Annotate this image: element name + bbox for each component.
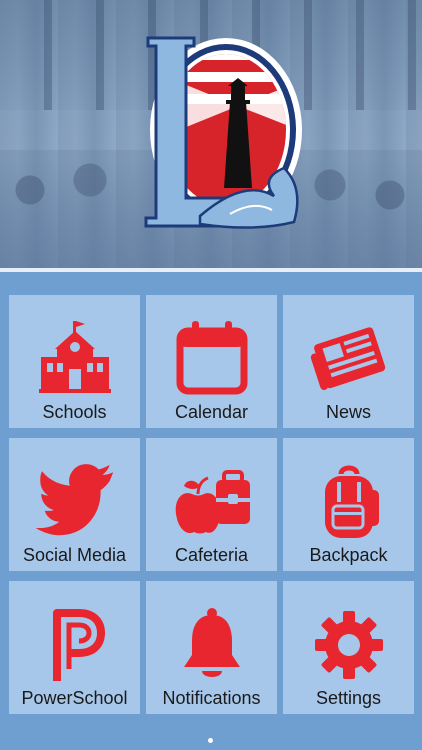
newspaper-icon xyxy=(310,327,385,391)
tile-news[interactable]: News xyxy=(283,295,414,428)
tile-calendar[interactable]: Calendar xyxy=(146,295,277,428)
bell-icon xyxy=(183,608,240,677)
tile-schools[interactable]: Schools xyxy=(9,295,140,428)
tile-label: News xyxy=(325,402,371,422)
backpack-icon xyxy=(324,465,379,538)
tile-label: Backpack xyxy=(309,545,388,565)
tile-social-media[interactable]: Social Media xyxy=(9,438,140,571)
twitter-icon xyxy=(35,464,113,536)
tile-label: Settings xyxy=(315,688,382,708)
tile-backpack[interactable]: Backpack xyxy=(283,438,414,571)
school-icon xyxy=(38,321,111,393)
calendar-icon xyxy=(176,321,247,395)
tile-powerschool[interactable]: PowerSchool xyxy=(9,581,140,714)
page-indicator-dot[interactable] xyxy=(208,738,213,743)
lighthouse-logo xyxy=(144,36,302,229)
tile-label: Calendar xyxy=(174,402,249,422)
tile-notifications[interactable]: Notifications xyxy=(146,581,277,714)
tile-label: Cafeteria xyxy=(174,545,249,565)
menu-grid: Schools Calendar News Social Media Cafet… xyxy=(0,272,422,750)
powerschool-icon xyxy=(52,609,105,681)
tile-label: Notifications xyxy=(162,688,261,708)
tile-label: PowerSchool xyxy=(21,688,128,708)
apple-lunchbox-icon xyxy=(175,470,250,534)
tile-label: Schools xyxy=(42,402,107,422)
gear-icon xyxy=(314,611,383,679)
tile-label: Social Media xyxy=(22,545,127,565)
header-banner xyxy=(0,0,422,268)
tile-cafeteria[interactable]: Cafeteria xyxy=(146,438,277,571)
tile-settings[interactable]: Settings xyxy=(283,581,414,714)
